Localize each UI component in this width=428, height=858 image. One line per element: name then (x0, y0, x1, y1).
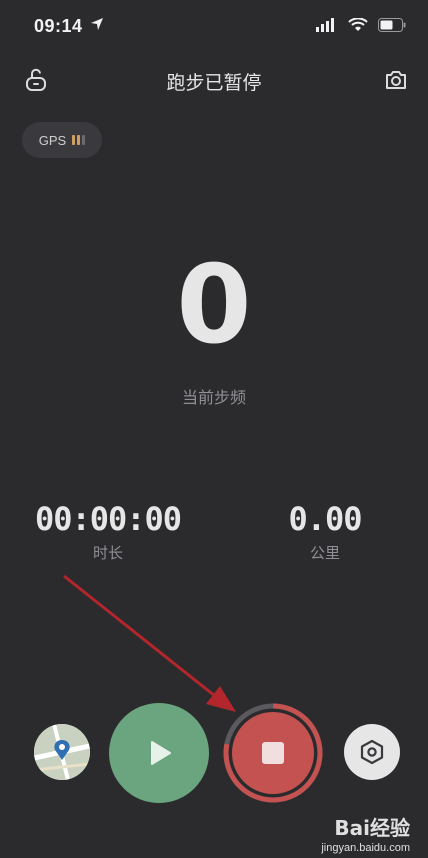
watermark-main: Bai经验 (334, 816, 410, 840)
battery-icon (378, 18, 406, 32)
map-button[interactable] (34, 724, 90, 780)
distance-label: 公里 (309, 544, 340, 562)
stop-icon (262, 742, 284, 764)
gps-status-chip: GPS (22, 122, 102, 158)
status-time: 09:14 (34, 16, 104, 37)
cadence-label: 当前步频 (181, 388, 246, 407)
watermark: Bai经验 jingyan.baidu.com (321, 812, 410, 854)
stop-button[interactable] (232, 712, 314, 794)
gps-signal-icon (72, 135, 86, 145)
page-title: 跑步已暂停 (166, 72, 262, 94)
wifi-icon (348, 18, 368, 31)
duration-value: 00:00:00 (34, 500, 182, 538)
location-arrow-icon (91, 18, 104, 30)
map-icon (34, 724, 90, 780)
status-icons (316, 18, 406, 32)
camera-icon (386, 71, 406, 89)
play-icon (151, 741, 171, 765)
resume-button[interactable] (109, 703, 209, 803)
settings-hexagon-icon (360, 739, 384, 765)
watermark-sub: jingyan.baidu.com (321, 842, 410, 854)
duration-label: 时长 (92, 544, 123, 562)
settings-button[interactable] (344, 724, 400, 780)
camera-button[interactable] (384, 68, 408, 92)
cellular-signal-icon (316, 18, 334, 32)
gps-label: GPS (38, 132, 67, 148)
distance-value: 0.00 (288, 500, 362, 538)
cadence-value: 0 (176, 243, 252, 368)
